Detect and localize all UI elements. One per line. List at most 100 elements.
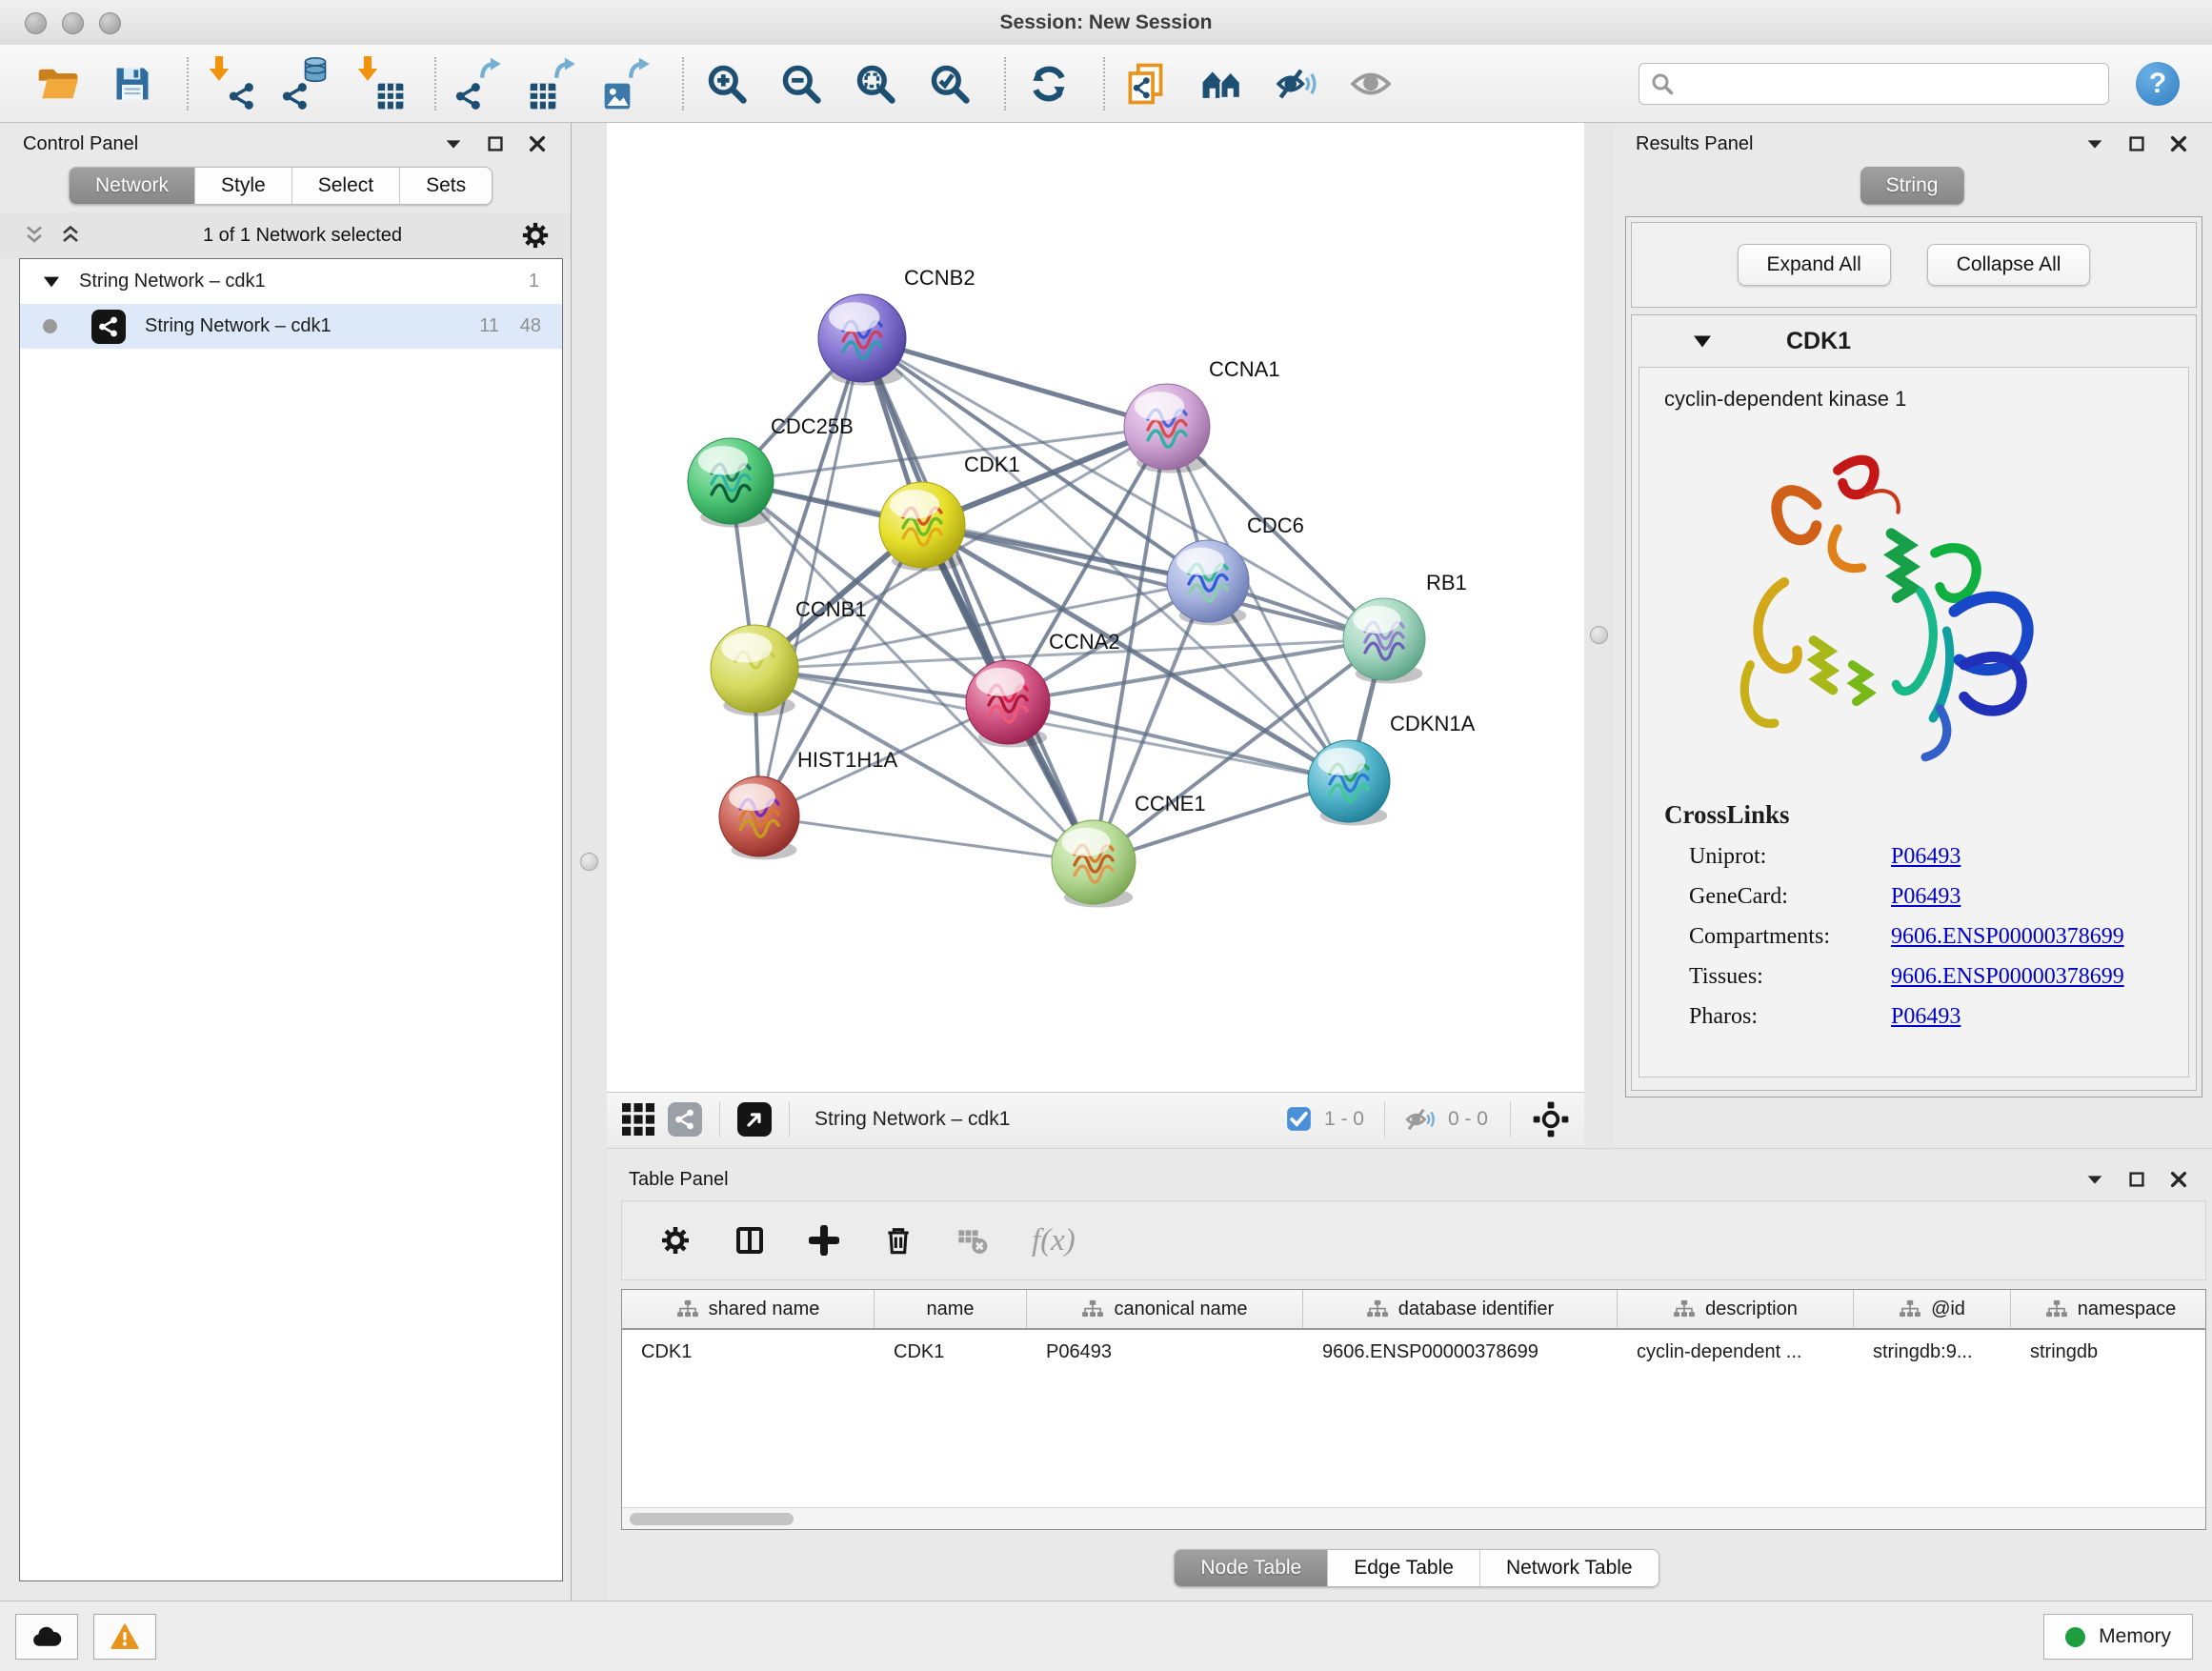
column-header-@id[interactable]: @id [1854, 1290, 2011, 1328]
column-header-namespace[interactable]: namespace [2011, 1290, 2206, 1328]
share-document-button[interactable] [1122, 56, 1174, 111]
tab-style[interactable]: Style [194, 168, 292, 204]
import-table-file-button[interactable] [354, 56, 406, 111]
network-node-CCNB1[interactable]: CCNB1 [711, 597, 867, 716]
zoom-fit-button[interactable] [850, 56, 901, 111]
minimize-window-button[interactable] [62, 12, 84, 34]
export-table-button[interactable] [528, 56, 579, 111]
horizontal-scrollbar[interactable] [622, 1507, 2205, 1529]
zoom-selected-button[interactable] [924, 56, 975, 111]
delete-table-icon[interactable] [957, 1225, 988, 1256]
panel-menu-icon[interactable] [2084, 133, 2105, 154]
panel-menu-icon[interactable] [2084, 1169, 2105, 1190]
column-header-description[interactable]: description [1618, 1290, 1854, 1328]
collapse-collection-icon[interactable] [43, 275, 60, 289]
show-columns-icon[interactable] [734, 1225, 765, 1256]
network-node-CDKN1A[interactable]: CDKN1A [1308, 712, 1476, 825]
network-edge[interactable] [862, 338, 1094, 862]
selected-checkbox-icon[interactable] [1286, 1106, 1312, 1132]
table-row[interactable]: CDK1CDK1P064939606.ENSP00000378699cyclin… [622, 1330, 2205, 1374]
panel-float-icon[interactable] [2126, 1169, 2147, 1190]
control-panel-tabs: NetworkStyleSelectSets [69, 167, 493, 205]
expand-all-networks-icon[interactable] [57, 224, 84, 247]
search-input[interactable] [1683, 71, 2097, 95]
network-edge[interactable] [1008, 702, 1349, 781]
panel-float-icon[interactable] [2126, 133, 2147, 154]
tab-string[interactable]: String [1860, 167, 1965, 205]
network-edge[interactable] [759, 338, 862, 816]
scrollbar-thumb[interactable] [630, 1513, 794, 1525]
network-node-CDK1[interactable]: CDK1 [879, 453, 1020, 572]
grid-view-icon[interactable] [622, 1103, 654, 1136]
zoom-out-button[interactable] [775, 56, 827, 111]
left-splitter[interactable] [573, 123, 607, 1601]
save-session-button[interactable] [107, 56, 158, 111]
network-node-CCNE1[interactable]: CCNE1 [1052, 792, 1206, 908]
right-splitter[interactable] [1584, 123, 1613, 1148]
warnings-button[interactable] [93, 1614, 156, 1660]
zoom-in-button[interactable] [701, 56, 753, 111]
open-in-window-icon[interactable] [737, 1102, 772, 1137]
network-options-gear-icon[interactable] [521, 221, 550, 250]
export-image-button[interactable] [602, 56, 654, 111]
network-canvas[interactable]: CCNB2CCNA1CDC25BCDK1CDC6RB1CCNB1CCNA2CDK… [607, 123, 1584, 1092]
network-node-CDC6[interactable]: CDC6 [1167, 513, 1304, 625]
crosslink-link[interactable]: 9606.ENSP00000378699 [1891, 924, 2124, 950]
zoom-window-button[interactable] [99, 12, 121, 34]
network-edge[interactable] [862, 338, 1167, 427]
close-window-button[interactable] [25, 12, 47, 34]
network-share-icon[interactable] [668, 1102, 702, 1137]
network-collection-row[interactable]: String Network – cdk1 1 [20, 259, 562, 304]
tab-select[interactable]: Select [292, 168, 399, 204]
column-header-shared-name[interactable]: shared name [622, 1290, 875, 1328]
tab-edge-table[interactable]: Edge Table [1327, 1550, 1479, 1586]
panel-close-icon[interactable] [527, 133, 548, 154]
panel-float-icon[interactable] [485, 133, 506, 154]
panel-close-icon[interactable] [2168, 133, 2189, 154]
memory-button[interactable]: Memory [2043, 1614, 2193, 1660]
collapse-gene-icon[interactable] [1693, 334, 1712, 349]
panel-menu-icon[interactable] [443, 133, 464, 154]
export-network-button[interactable] [453, 56, 505, 111]
pan-crosshair-icon[interactable] [1533, 1101, 1569, 1137]
crosslink-link[interactable]: P06493 [1891, 1004, 1961, 1030]
show-eye-button[interactable] [1345, 56, 1397, 111]
help-button[interactable]: ? [2136, 62, 2180, 106]
network-node-HIST1H1A[interactable]: HIST1H1A [719, 748, 897, 859]
column-header-database-identifier[interactable]: database identifier [1303, 1290, 1618, 1328]
panel-close-icon[interactable] [2168, 1169, 2189, 1190]
tab-network[interactable]: Network [70, 168, 194, 204]
function-builder-icon[interactable]: f(x) [1032, 1223, 1076, 1258]
home-button[interactable] [1196, 56, 1248, 111]
crosslink-link[interactable]: 9606.ENSP00000378699 [1891, 964, 2124, 990]
import-network-file-button[interactable] [206, 56, 257, 111]
separator [719, 1101, 720, 1137]
collapse-all-networks-icon[interactable] [21, 224, 48, 247]
import-network-database-button[interactable] [280, 56, 332, 111]
tab-sets[interactable]: Sets [399, 168, 492, 204]
crosslink-link[interactable]: P06493 [1891, 884, 1961, 910]
network-edge[interactable] [759, 816, 1094, 862]
tab-network-table[interactable]: Network Table [1479, 1550, 1659, 1586]
open-session-button[interactable] [32, 56, 84, 111]
network-row-selected[interactable]: String Network – cdk1 11 48 [20, 304, 562, 349]
network-node-RB1[interactable]: RB1 [1343, 571, 1467, 683]
hide-eye-button[interactable] [1271, 56, 1322, 111]
network-node-CDC25B[interactable]: CDC25B [688, 414, 854, 528]
network-node-CCNA1[interactable]: CCNA1 [1124, 357, 1280, 473]
refresh-view-button[interactable] [1023, 56, 1075, 111]
network-node-CCNB2[interactable]: CCNB2 [818, 266, 975, 386]
hidden-eye-slash-icon[interactable] [1405, 1106, 1436, 1133]
table-settings-gear-icon[interactable] [660, 1225, 691, 1256]
tab-node-table[interactable]: Node Table [1175, 1550, 1327, 1586]
column-header-name[interactable]: name [875, 1290, 1027, 1328]
crosslink-link[interactable]: P06493 [1891, 844, 1961, 870]
delete-column-icon[interactable] [883, 1225, 914, 1256]
splitter-handle[interactable] [580, 853, 598, 871]
collapse-all-button[interactable]: Collapse All [1927, 244, 2091, 286]
column-header-canonical-name[interactable]: canonical name [1027, 1290, 1303, 1328]
expand-all-button[interactable]: Expand All [1738, 244, 1891, 286]
add-column-icon[interactable] [809, 1225, 839, 1256]
cloud-button[interactable] [15, 1614, 78, 1660]
splitter-handle[interactable] [1590, 626, 1608, 644]
